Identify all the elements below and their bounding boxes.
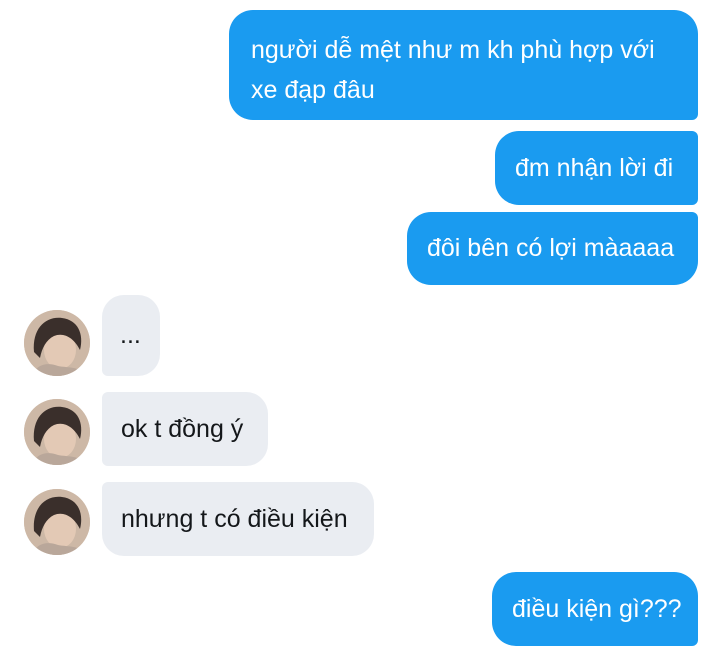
avatar-image-icon: [24, 489, 90, 555]
message-bubble-outgoing[interactable]: đôi bên có lợi màaaaa: [407, 212, 698, 285]
message-text: ok t đồng ý: [121, 415, 244, 443]
message-bubble-outgoing[interactable]: đm nhận lời đi: [495, 131, 698, 205]
message-bubble-incoming[interactable]: nhưng t có điều kiện: [102, 482, 374, 556]
message-text: xe đạp đâu: [251, 76, 375, 104]
message-text: người dễ mệt như m kh phù hợp với: [251, 36, 655, 64]
message-bubble-outgoing[interactable]: điều kiện gì???: [492, 572, 698, 646]
message-text: đm nhận lời đi: [515, 154, 674, 182]
message-bubble-incoming[interactable]: ...: [102, 295, 160, 376]
message-text: ...: [120, 321, 141, 349]
message-bubble-incoming[interactable]: ok t đồng ý: [102, 392, 268, 466]
contact-avatar[interactable]: [24, 399, 90, 465]
message-text: nhưng t có điều kiện: [121, 505, 348, 533]
message-bubble-outgoing[interactable]: người dễ mệt như m kh phù hợp với xe đạp…: [229, 10, 698, 120]
avatar-image-icon: [24, 310, 90, 376]
message-text: điều kiện gì???: [512, 595, 682, 623]
contact-avatar[interactable]: [24, 310, 90, 376]
avatar-image-icon: [24, 399, 90, 465]
contact-avatar[interactable]: [24, 489, 90, 555]
message-text: đôi bên có lợi màaaaa: [427, 234, 675, 262]
